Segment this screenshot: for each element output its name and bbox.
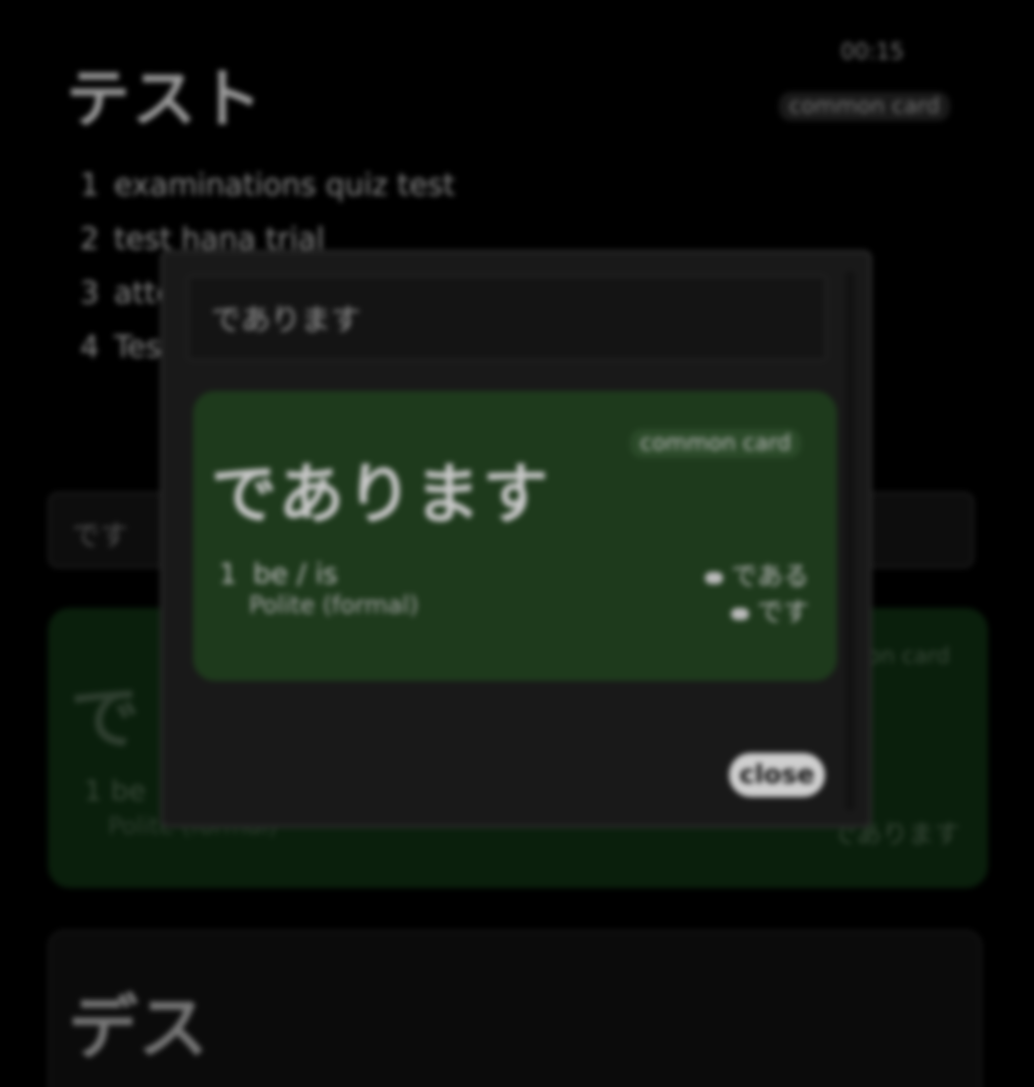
list-item: 1 examinations quiz test (80, 168, 455, 203)
close-button[interactable]: close (729, 753, 825, 797)
dot-icon (705, 571, 724, 584)
modal-result-tag: common card (629, 429, 801, 458)
page-title: テスト (66, 63, 264, 137)
related-item[interactable]: です (705, 595, 809, 631)
page-meta-tag: common card (778, 92, 950, 121)
page: テスト 00:15 common card 1 examinations quiz… (0, 0, 1034, 1087)
modal-result-item: 1 be / is (219, 557, 338, 590)
secondary-card-title: デス (68, 987, 208, 1069)
related-item[interactable]: である (705, 559, 809, 595)
result-card-item: 1 be (84, 774, 146, 807)
result-card-title: で (70, 677, 140, 759)
modal-dialog: であります であります common card 1 be / is Polite … (160, 250, 872, 828)
dot-icon (730, 607, 749, 620)
secondary-card[interactable]: デス (48, 930, 982, 1087)
modal-result-item-text: be / is (253, 557, 338, 590)
page-meta-time: 00:15 (840, 40, 904, 65)
modal-result-card[interactable]: であります common card 1 be / is Polite (forma… (193, 391, 837, 681)
modal-scrollbar[interactable] (845, 271, 855, 811)
modal-header: であります (187, 275, 827, 361)
modal-header-text: であります (211, 303, 361, 338)
modal-result-title: であります (211, 456, 551, 533)
modal-result-sub: Polite (formal) (249, 591, 419, 619)
modal-result-related: である です (705, 559, 809, 631)
modal-result-item-num: 1 (219, 557, 237, 590)
